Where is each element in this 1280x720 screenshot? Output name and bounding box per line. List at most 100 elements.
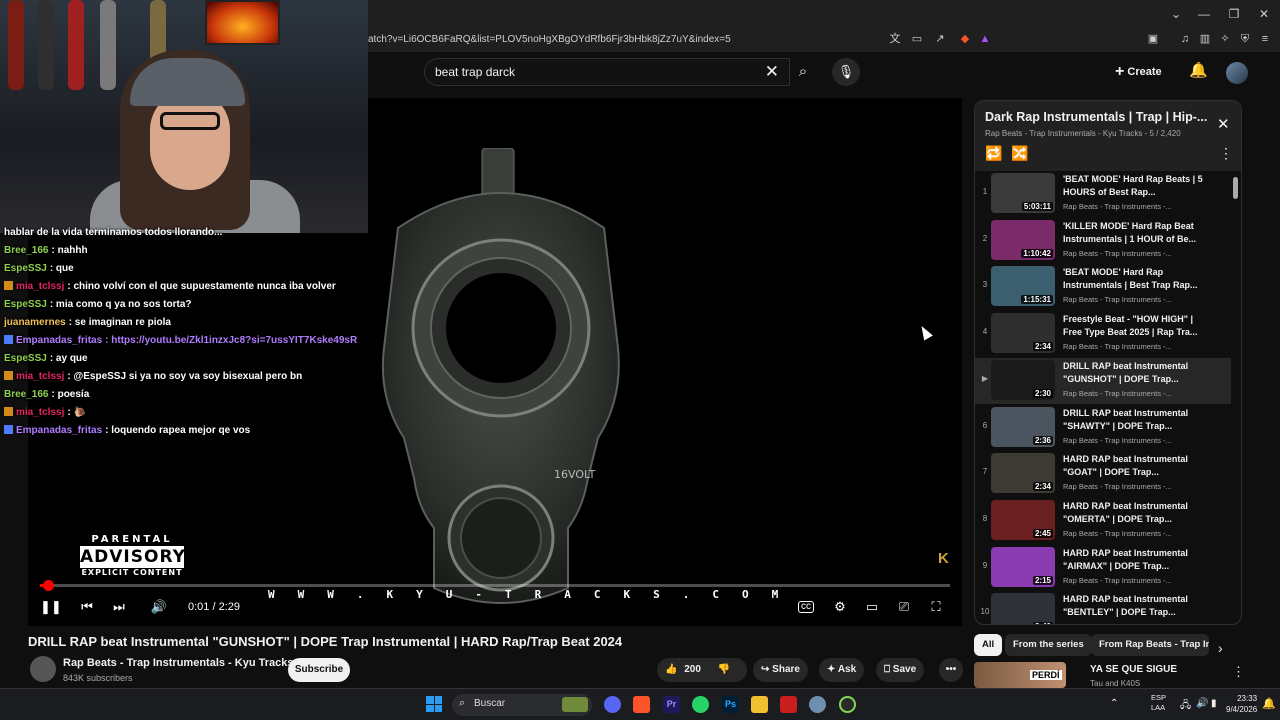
whatsapp-icon[interactable] <box>692 696 709 713</box>
playlist-item-thumbnail[interactable]: 5:03:11 <box>991 173 1055 213</box>
brave-shield-icon[interactable]: ◆ <box>958 32 972 46</box>
playlist-item-thumbnail[interactable]: 2:34 <box>991 453 1055 494</box>
playlist-item-thumbnail[interactable]: 2:40 <box>991 593 1055 624</box>
settings-gear-icon[interactable]: ⚙ <box>830 598 850 616</box>
pause-icon[interactable]: ❚❚ <box>40 598 62 616</box>
battery-icon[interactable]: ▮ <box>1211 698 1217 709</box>
shuffle-icon[interactable]: 🔀 <box>1011 145 1028 162</box>
playlist-item-thumbnail[interactable]: 2:30 <box>991 359 1055 400</box>
volume-tray-icon[interactable]: 🔊 <box>1196 698 1208 709</box>
playlist-item-title[interactable]: 'BEAT MODE' Hard Rap Beats | 5 HOURS of … <box>1063 173 1213 199</box>
windows-start-icon[interactable] <box>426 696 442 712</box>
microphone-icon[interactable]: 🎙 <box>832 58 860 86</box>
obs-icon[interactable] <box>839 696 856 713</box>
cast-page-icon[interactable]: ▭ <box>910 32 924 46</box>
fullscreen-icon[interactable]: ⛶ <box>926 598 946 616</box>
playlist-item[interactable]: 1 5:03:11 'BEAT MODE' Hard Rap Beats | 5 H… <box>975 171 1231 217</box>
language-indicator[interactable]: ESP LAA <box>1151 693 1166 713</box>
vpn-icon[interactable]: ⛨ <box>1238 32 1252 46</box>
volume-icon[interactable]: 🔊 <box>149 598 169 616</box>
playlist-item[interactable]: 2 1:10:42 'KILLER MODE' Hard Rap Beat Inst… <box>975 218 1231 264</box>
sidebar-icon[interactable]: ▥ <box>1198 32 1212 46</box>
file-explorer-icon[interactable] <box>751 696 768 713</box>
recommended-more-icon[interactable]: ⋮ <box>1232 664 1245 680</box>
tab-list-icon[interactable]: ⌄ <box>1168 6 1184 22</box>
recommended-channel[interactable]: Tau and K40S <box>1090 679 1140 688</box>
playlist-item-thumbnail[interactable]: 2:34 <box>991 313 1055 354</box>
playlist-item-thumbnail[interactable]: 2:45 <box>991 499 1055 540</box>
notifications-icon[interactable]: 🔔 <box>1262 697 1276 710</box>
brave-icon[interactable] <box>633 696 650 713</box>
search-box[interactable]: beat trap darck ✕ <box>424 58 790 86</box>
chips-next-icon[interactable]: › <box>1218 640 1223 656</box>
filter-chip[interactable]: From the series <box>1005 634 1092 656</box>
translate-icon[interactable]: 文 <box>888 32 902 46</box>
voicemeeter-icon[interactable] <box>780 696 797 713</box>
playlist-item-title[interactable]: HARD RAP beat Instrumental "OMERTA" | DO… <box>1063 500 1213 526</box>
captions-icon[interactable]: cc <box>798 601 814 613</box>
settings-app-icon[interactable] <box>809 696 826 713</box>
playlist-item-thumbnail[interactable]: 1:10:42 <box>991 219 1055 260</box>
clear-search-icon[interactable]: ✕ <box>765 62 779 82</box>
recommended-thumbnail[interactable]: PERDÍ <box>974 662 1066 688</box>
system-clock[interactable]: 23:33 9/4/2026 <box>1226 693 1257 715</box>
filter-chip[interactable]: From Rap Beats - Trap In <box>1091 634 1209 656</box>
playlist-item-title[interactable]: 'BEAT MODE' Hard Rap Instrumentals | Bes… <box>1063 266 1213 292</box>
playlist-item-title[interactable]: Freestyle Beat - "HOW HIGH" | Free Type … <box>1063 313 1213 339</box>
loop-icon[interactable]: 🔁 <box>985 145 1002 162</box>
close-window-button[interactable]: ✕ <box>1256 6 1272 22</box>
subscribe-button[interactable]: Subscribe <box>288 658 350 682</box>
scrubber-handle[interactable] <box>43 580 54 591</box>
playlist-scrollbar[interactable] <box>1233 177 1238 199</box>
channel-avatar[interactable] <box>30 656 56 682</box>
share-button[interactable]: ↪ Share <box>753 658 808 682</box>
premiere-icon[interactable]: Pr <box>663 696 680 713</box>
next-icon[interactable]: ⏭ <box>109 598 129 616</box>
recommended-video[interactable]: PERDÍ YA SE QUE SIGUE Tau and K40S ⋮ <box>974 662 1274 688</box>
playlist-item[interactable]: 8 2:45 HARD RAP beat Instrumental "OMERTA"… <box>975 498 1231 544</box>
playlist-item-thumbnail[interactable]: 1:15:31 <box>991 266 1055 307</box>
playlist-title[interactable]: Dark Rap Instrumentals | Trap | Hip-... <box>985 110 1210 124</box>
thumbs-up-icon[interactable]: 👍 <box>665 664 677 675</box>
thumbs-down-icon[interactable]: 👎 <box>718 664 730 675</box>
url-text[interactable]: atch?v=Li6OCB6FaRQ&list=PLOV5noHgXBgOYdR… <box>368 31 888 49</box>
playlist-item[interactable]: 10 2:40 HARD RAP beat Instrumental "BENTLE… <box>975 591 1231 624</box>
reading-icon[interactable]: ▣ <box>1146 32 1160 46</box>
playlist-item-thumbnail[interactable]: 2:15 <box>991 546 1055 587</box>
network-icon[interactable]: 🖧 <box>1180 698 1191 715</box>
address-bar[interactable]: atch?v=Li6OCB6FaRQ&list=PLOV5noHgXBgOYdR… <box>360 28 1280 52</box>
playlist-item-thumbnail[interactable]: 2:36 <box>991 406 1055 447</box>
account-avatar[interactable] <box>1226 62 1248 84</box>
playlist-item-title[interactable]: 'KILLER MODE' Hard Rap Beat Instrumental… <box>1063 220 1213 246</box>
like-count[interactable]: 200 <box>684 664 701 675</box>
discord-icon[interactable] <box>604 696 621 713</box>
search-input[interactable]: beat trap darck <box>435 65 515 79</box>
ai-icon[interactable]: ✧ <box>1218 32 1232 46</box>
photoshop-icon[interactable]: Ps <box>722 696 739 713</box>
playlist-item[interactable]: 7 2:34 HARD RAP beat Instrumental "GOAT" |… <box>975 451 1231 497</box>
playlist-item-title[interactable]: HARD RAP beat Instrumental "AIRMAX" | DO… <box>1063 547 1213 573</box>
playlist-item[interactable]: 4 2:34 Freestyle Beat - "HOW HIGH" | Free … <box>975 311 1231 357</box>
playlist-item[interactable]: 6 2:36 DRILL RAP beat Instrumental "SHAWTY… <box>975 405 1231 451</box>
share-page-icon[interactable]: ↗ <box>933 32 947 46</box>
save-button[interactable]: ⎕ Save <box>876 658 925 682</box>
create-button[interactable]: + Create <box>1115 58 1179 86</box>
taskbar-search[interactable]: ⌕ Buscar <box>452 694 592 716</box>
recommended-title[interactable]: YA SE QUE SIGUE <box>1090 664 1177 675</box>
search-icon[interactable]: ⌕ <box>786 58 820 86</box>
playlist-item[interactable]: ▶ 2:30 DRILL RAP beat Instrumental "GUNSHO… <box>975 357 1231 404</box>
channel-watermark[interactable]: K <box>938 550 949 567</box>
playlist-item-title[interactable]: DRILL RAP beat Instrumental "GUNSHOT" | … <box>1063 360 1213 386</box>
cast-icon[interactable]: ⎚ <box>894 598 914 616</box>
playlist-item-title[interactable]: HARD RAP beat Instrumental "BENTLEY" | D… <box>1063 593 1213 619</box>
playlist-item-title[interactable]: HARD RAP beat Instrumental "GOAT" | DOPE… <box>1063 453 1213 479</box>
playlist-item[interactable]: 9 2:15 HARD RAP beat Instrumental "AIRMAX"… <box>975 545 1231 591</box>
playlist-more-icon[interactable]: ⋮ <box>1219 145 1233 162</box>
close-playlist-icon[interactable]: ✕ <box>1217 115 1230 133</box>
more-actions-icon[interactable]: ••• <box>939 658 963 682</box>
progress-bar[interactable] <box>40 580 950 591</box>
previous-icon[interactable]: ⏮ <box>77 598 97 616</box>
notifications-bell-icon[interactable]: 🔔 <box>1189 61 1208 79</box>
minimize-button[interactable]: — <box>1196 6 1212 22</box>
tray-chevron-icon[interactable]: ⌃ <box>1110 698 1118 709</box>
